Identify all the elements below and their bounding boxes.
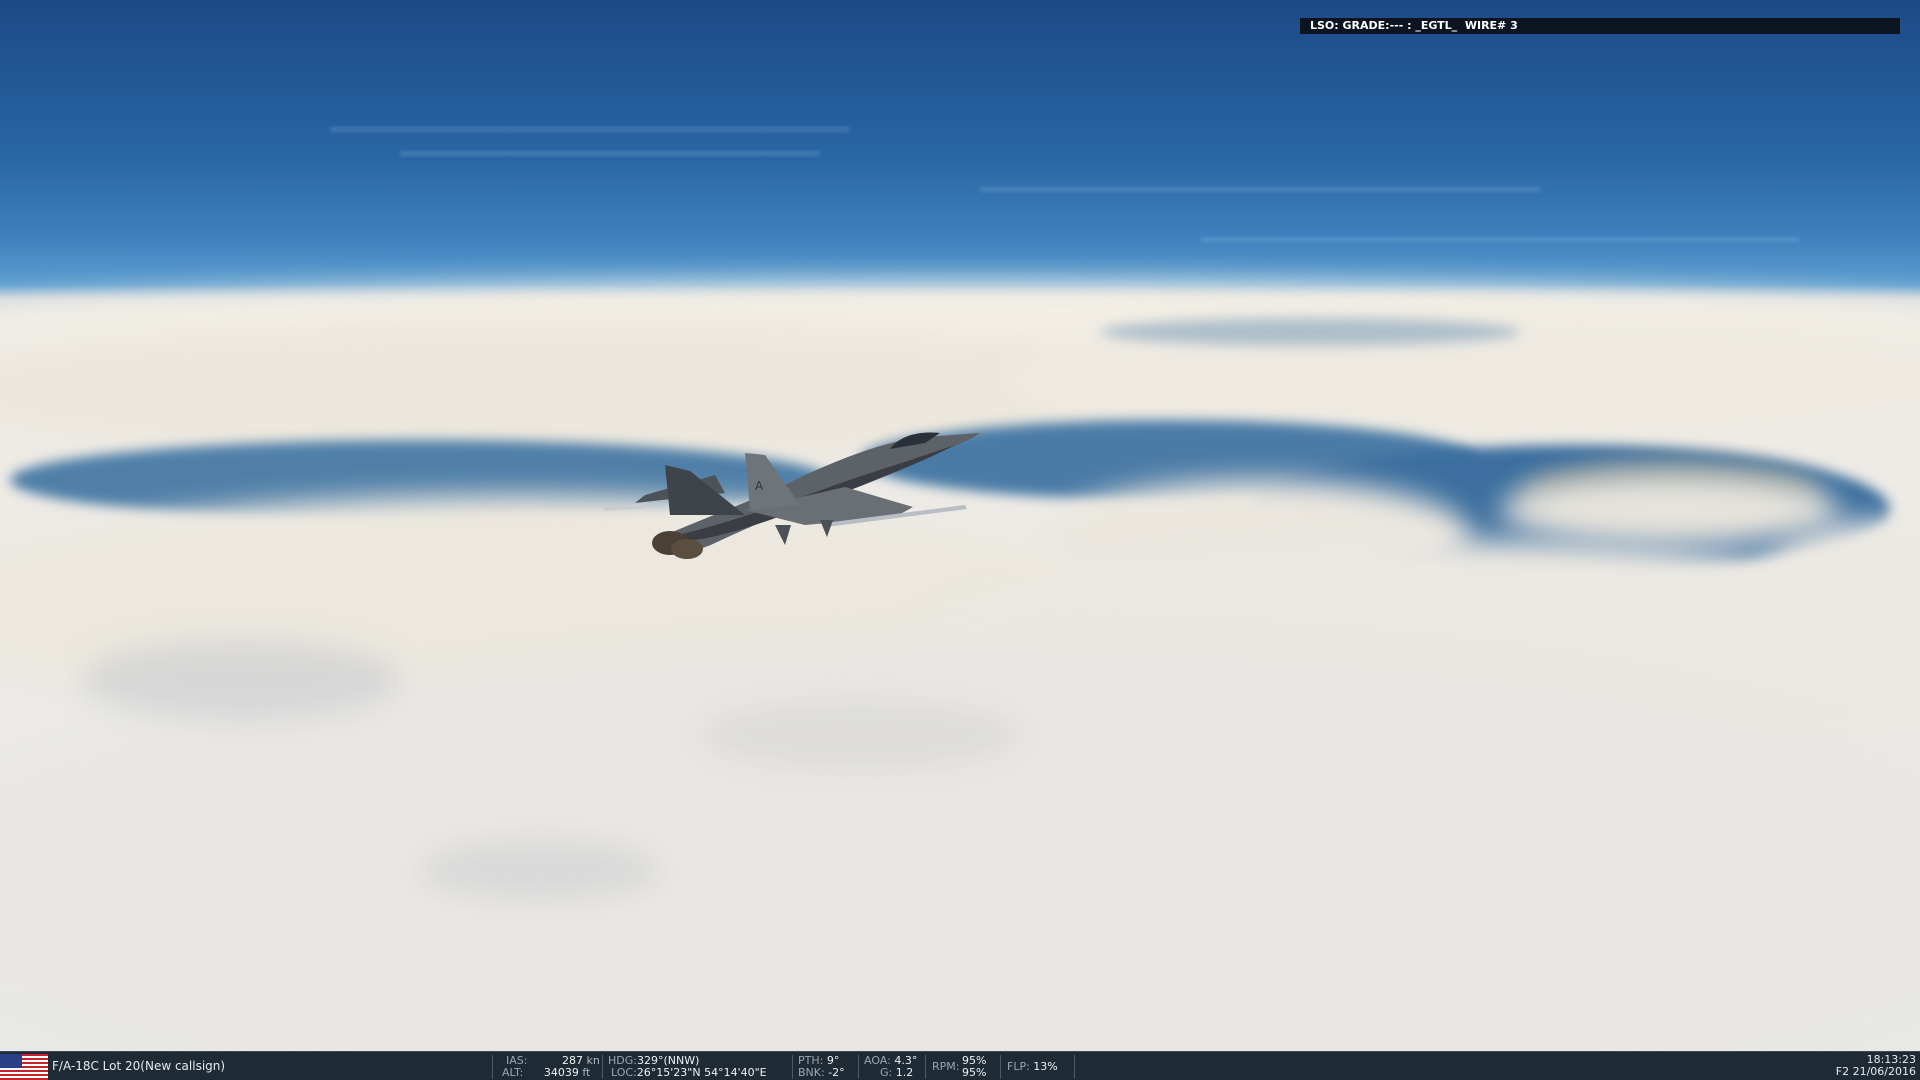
rpm-value-2: 95% — [962, 1066, 987, 1079]
flp-label: FLP: — [1007, 1060, 1030, 1073]
divider — [1074, 1055, 1075, 1079]
bnk-readout: BNK: -2° — [798, 1067, 845, 1079]
divider — [858, 1055, 859, 1079]
cloud-mid — [1500, 475, 1840, 545]
alt-unit: ft — [582, 1066, 591, 1079]
rpm-values: 95% 95% — [962, 1055, 986, 1079]
divider — [1000, 1055, 1001, 1079]
aircraft-name: F/A-18C Lot 20(New callsign) — [52, 1059, 226, 1073]
loc-value: 26°15'23"N 54°14'40"E — [636, 1066, 767, 1079]
bnk-label: BNK: — [798, 1066, 825, 1079]
flp-readout: FLP: 13% — [1007, 1061, 1058, 1073]
cloud-shadow — [80, 640, 400, 720]
divider — [492, 1055, 493, 1079]
loc-label: LOC: — [611, 1066, 637, 1079]
sim-clock: 18:13:23 F2 21/06/2016 — [1836, 1054, 1916, 1078]
bnk-value: -2° — [828, 1066, 845, 1079]
svg-text:A: A — [755, 479, 764, 493]
g-value: 1.2 — [895, 1066, 914, 1079]
cloud-shadow — [700, 700, 1020, 770]
loc-readout: LOC:26°15'23"N 54°14'40"E — [611, 1067, 767, 1079]
cloud-shadow — [420, 840, 660, 900]
g-readout: G: 1.2 — [880, 1067, 913, 1079]
sky-streak — [400, 152, 820, 155]
lso-grade-readout: LSO: GRADE:--- : _EGTL_ WIRE# 3 — [1300, 18, 1900, 34]
flight-status-bar: F/A-18C Lot 20(New callsign) IAS: 287 kn… — [0, 1051, 1920, 1080]
rpm-label: RPM: — [932, 1060, 960, 1073]
sky-streak — [1200, 238, 1800, 241]
g-label: G: — [880, 1066, 893, 1079]
rpm-readout: RPM: — [932, 1061, 959, 1073]
fa-18-aircraft: A — [603, 432, 980, 559]
alt-value: 34039 — [543, 1066, 579, 1079]
sky-streak — [980, 188, 1540, 191]
flp-value: 13% — [1033, 1060, 1058, 1073]
divider — [792, 1055, 793, 1079]
divider — [925, 1055, 926, 1079]
alt-readout: ALT: 34039 ft — [502, 1067, 590, 1079]
sim-date: F2 21/06/2016 — [1835, 1065, 1916, 1078]
alt-label: ALT: — [502, 1066, 524, 1079]
us-flag-icon — [0, 1054, 48, 1080]
game-viewport[interactable]: A LSO: GRADE:--- : _EGTL_ WIRE# 3 — [0, 0, 1920, 1080]
sea-gap — [1100, 318, 1520, 346]
divider — [602, 1055, 603, 1079]
sky-streak — [330, 128, 850, 131]
